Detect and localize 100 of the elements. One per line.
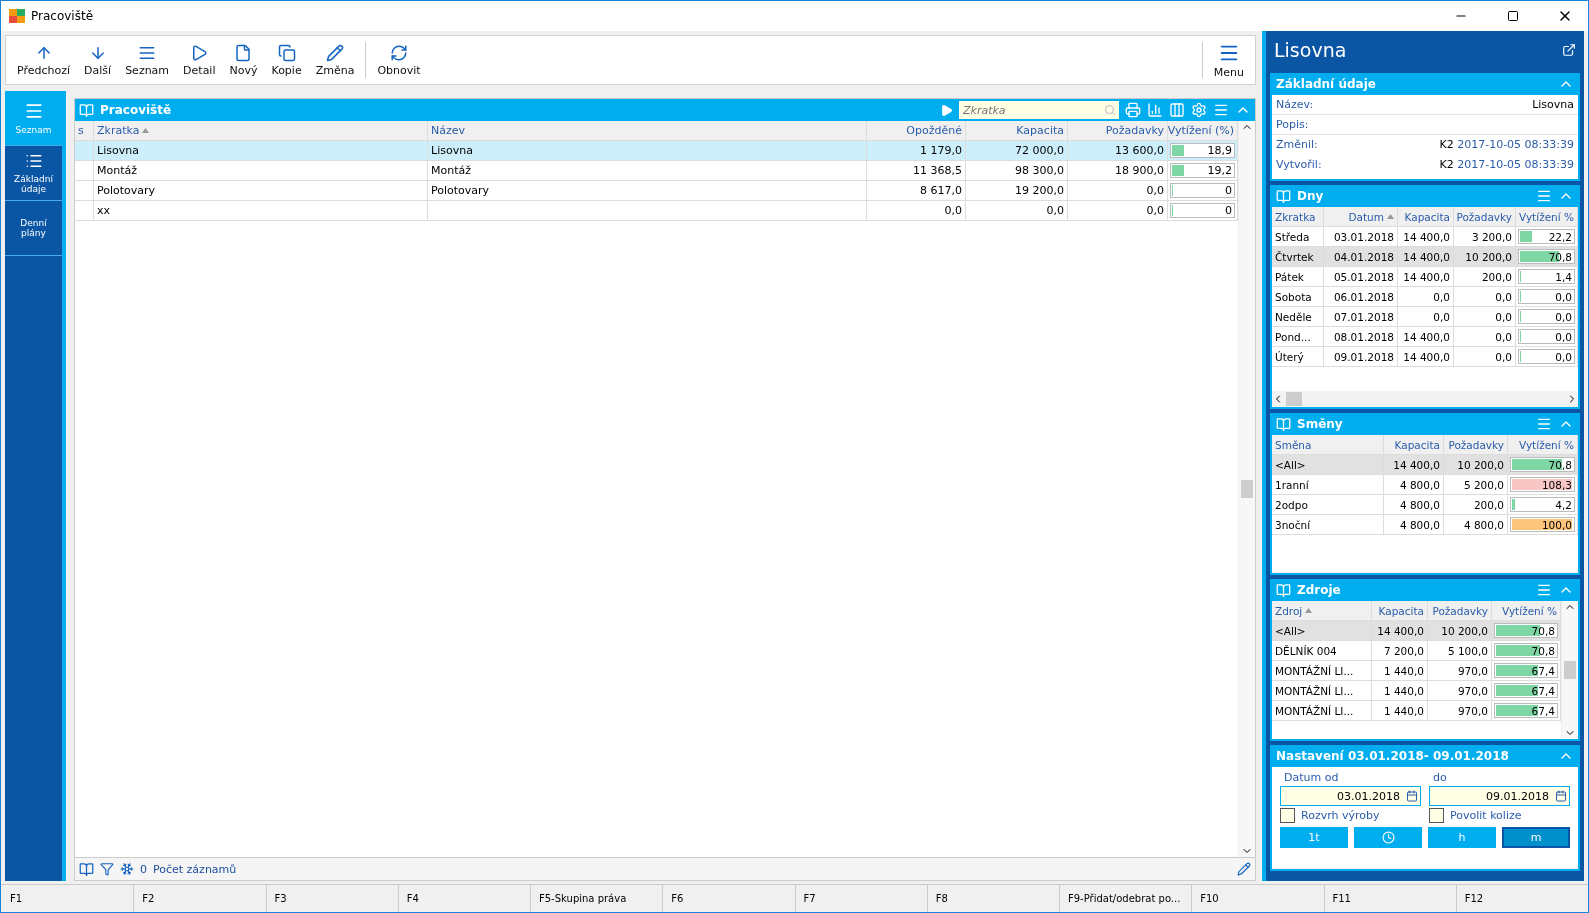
function-key[interactable]: F12 [1455, 885, 1588, 912]
menu-icon[interactable] [1536, 582, 1552, 598]
table-cell[interactable]: Montáž [428, 161, 867, 181]
play-icon[interactable] [940, 103, 953, 117]
table-cell[interactable]: Sobota [1272, 287, 1324, 307]
table-cell[interactable]: MONTÁŽNÍ LI... [1272, 661, 1372, 681]
table-cell[interactable]: 0,0 [1454, 287, 1516, 307]
column-header[interactable]: Opožděné [867, 121, 966, 141]
settings-icon[interactable] [1191, 102, 1207, 118]
table-cell[interactable]: 0,0 [1068, 201, 1168, 221]
scale-button[interactable]: m [1502, 827, 1570, 848]
column-header[interactable]: Vytížení (%) [1168, 121, 1238, 141]
column-header[interactable]: Kapacita [1384, 435, 1444, 455]
table-cell[interactable]: DĚLNÍK 004 [1272, 641, 1372, 661]
table-cell[interactable]: 13 600,0 [1068, 141, 1168, 161]
column-header[interactable]: Kapacita [1372, 601, 1428, 621]
table-cell[interactable]: 0,0 [867, 201, 966, 221]
table-cell[interactable]: 05.01.2018 [1324, 267, 1398, 287]
table-cell[interactable]: 14 400,0 [1398, 327, 1454, 347]
function-key[interactable]: F8 [926, 885, 1059, 912]
date-field[interactable]: 09.01.2018 [1429, 786, 1570, 806]
table-cell[interactable]: 2odpo [1272, 495, 1384, 515]
table-cell[interactable]: Polotovary [94, 181, 428, 201]
calendar-icon[interactable] [1555, 790, 1567, 802]
table-cell[interactable]: 18 900,0 [1068, 161, 1168, 181]
table-cell[interactable]: MONTÁŽNÍ LI... [1272, 701, 1372, 721]
table-cell[interactable]: 4 800,0 [1384, 495, 1444, 515]
column-header[interactable]: Směna [1272, 435, 1384, 455]
function-key[interactable]: F4 [397, 885, 530, 912]
table-cell[interactable]: 0,0 [966, 201, 1068, 221]
table-cell[interactable]: 0,0 [1454, 347, 1516, 367]
table-cell[interactable]: 14 400,0 [1372, 621, 1428, 641]
table-cell[interactable]: 10 200,0 [1428, 621, 1492, 641]
table-cell[interactable]: Lisovna [94, 141, 428, 161]
column-header[interactable]: Požadavky [1068, 121, 1168, 141]
column-header[interactable]: Kapacita [1398, 207, 1454, 227]
table-cell[interactable]: 0,0 [1454, 327, 1516, 347]
calendar-icon[interactable] [1406, 790, 1418, 802]
scrollbar[interactable] [1561, 601, 1578, 739]
table-cell[interactable]: 14 400,0 [1398, 227, 1454, 247]
table-cell[interactable]: <All> [1272, 455, 1384, 475]
table-cell[interactable]: 200,0 [1454, 267, 1516, 287]
toolbar-button[interactable]: Kopie [264, 36, 309, 84]
table-cell[interactable]: 4 800,0 [1444, 515, 1508, 535]
checkbox[interactable] [1429, 808, 1444, 823]
menu-button[interactable]: Menu [1206, 36, 1251, 84]
menu-icon[interactable] [1536, 416, 1552, 432]
toolbar-button[interactable]: Předchozí [10, 36, 78, 84]
table-cell[interactable]: 3 200,0 [1454, 227, 1516, 247]
table-cell[interactable]: 14 400,0 [1398, 347, 1454, 367]
external-link-icon[interactable] [1562, 43, 1576, 57]
table-cell[interactable]: Pátek [1272, 267, 1324, 287]
table-cell[interactable]: 0,0 [1398, 307, 1454, 327]
table-cell[interactable]: Polotovary [428, 181, 867, 201]
column-header[interactable]: s [75, 121, 94, 141]
toolbar-button[interactable]: Detail [176, 36, 223, 84]
table-cell[interactable]: 10 200,0 [1454, 247, 1516, 267]
snowflake-icon[interactable] [120, 862, 134, 876]
table-cell[interactable]: 970,0 [1428, 681, 1492, 701]
book-icon[interactable] [79, 861, 94, 877]
column-header[interactable]: Název [428, 121, 867, 141]
table-cell[interactable]: 19 200,0 [966, 181, 1068, 201]
table-cell[interactable]: 1ranní [1272, 475, 1384, 495]
table-cell[interactable]: 0,0 [1398, 287, 1454, 307]
bar-chart-icon[interactable] [1147, 102, 1163, 118]
toolbar-button[interactable]: Seznam [118, 36, 177, 84]
column-header[interactable]: Vytížení % [1508, 435, 1578, 455]
toolbar-button[interactable]: Další [77, 36, 119, 84]
table-cell[interactable]: 14 400,0 [1384, 455, 1444, 475]
table-cell[interactable]: 1 440,0 [1372, 681, 1428, 701]
function-key[interactable]: F7 [794, 885, 927, 912]
column-header[interactable]: Kapacita [966, 121, 1068, 141]
pencil-icon[interactable] [1237, 862, 1251, 876]
table-cell[interactable]: 09.01.2018 [1324, 347, 1398, 367]
column-header[interactable]: Zkratka [1272, 207, 1324, 227]
function-key[interactable]: F3 [265, 885, 398, 912]
table-cell[interactable]: 1 440,0 [1372, 661, 1428, 681]
scrollbar-thumb[interactable] [1286, 392, 1302, 406]
column-header[interactable]: Datum [1324, 207, 1398, 227]
table-cell[interactable]: 10 200,0 [1444, 455, 1508, 475]
column-header[interactable]: Požadavky [1428, 601, 1492, 621]
table-cell[interactable]: 07.01.2018 [1324, 307, 1398, 327]
table-cell[interactable]: 0,0 [1068, 181, 1168, 201]
filter-icon[interactable] [100, 862, 114, 876]
table-cell[interactable]: 98 300,0 [966, 161, 1068, 181]
table-cell[interactable]: Lisovna [428, 141, 867, 161]
checkbox[interactable] [1280, 808, 1295, 823]
function-key[interactable]: F1 [1, 885, 134, 912]
table-cell[interactable]: 970,0 [1428, 661, 1492, 681]
table-cell[interactable]: 3noční [1272, 515, 1384, 535]
function-key[interactable]: F9-Přidat/odebrat po... [1059, 885, 1192, 912]
table-cell[interactable]: Úterý [1272, 347, 1324, 367]
table-cell[interactable]: 04.01.2018 [1324, 247, 1398, 267]
table-cell[interactable]: Čtvrtek [1272, 247, 1324, 267]
column-header[interactable]: Požadavky [1454, 207, 1516, 227]
function-key[interactable]: F10 [1191, 885, 1324, 912]
table-cell[interactable]: Středa [1272, 227, 1324, 247]
toolbar-button[interactable]: Obnovit [370, 36, 428, 84]
table-cell[interactable]: 200,0 [1444, 495, 1508, 515]
table-cell[interactable]: Pond... [1272, 327, 1324, 347]
